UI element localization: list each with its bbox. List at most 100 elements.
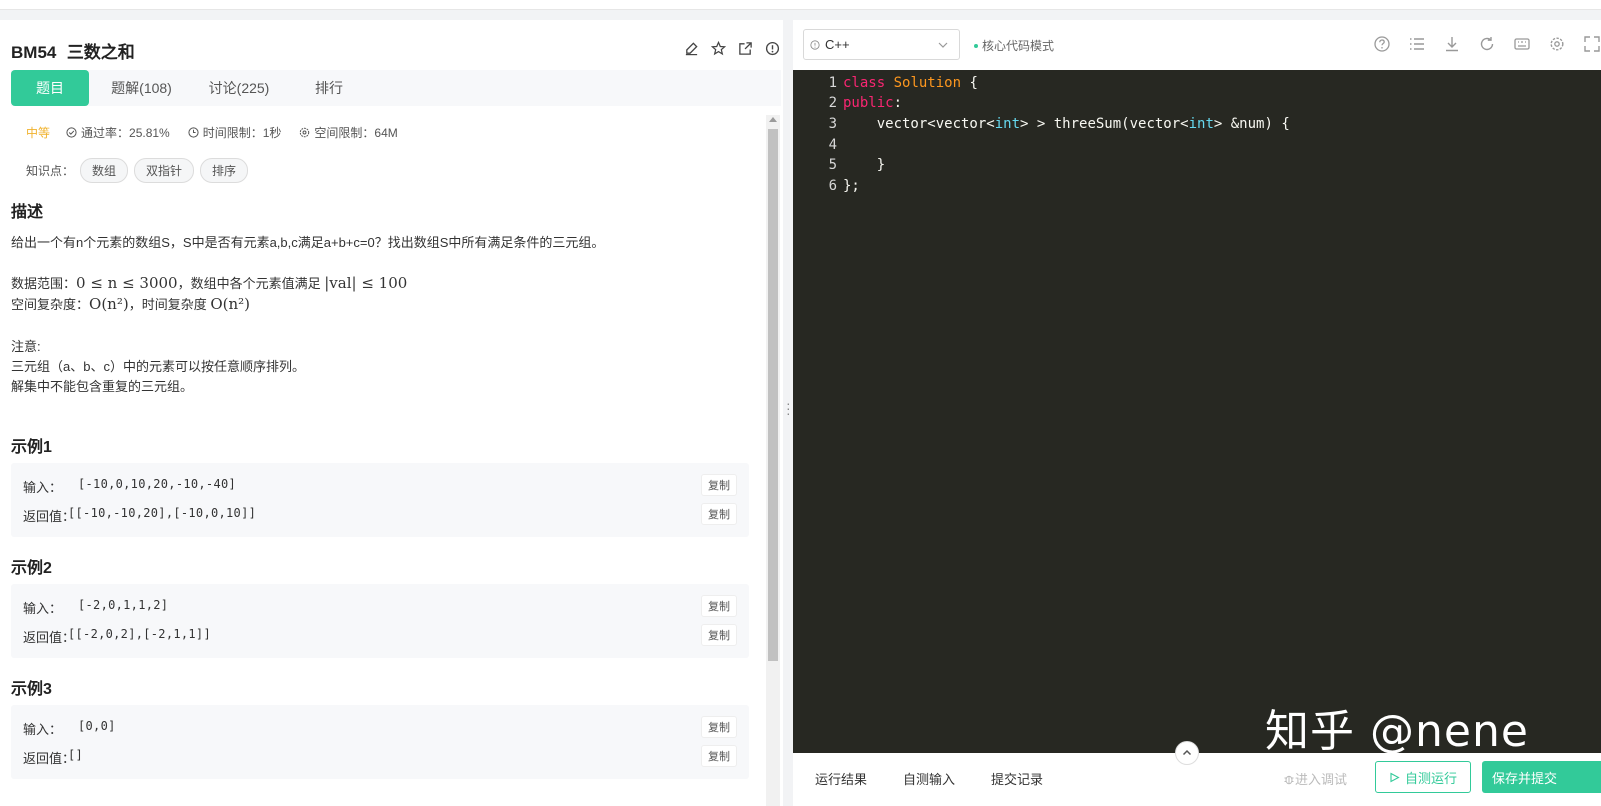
code-mode-label: 核心代码模式 (982, 39, 1055, 53)
self-test-button[interactable]: 自测运行 (1375, 761, 1471, 793)
refresh-icon[interactable] (1478, 35, 1496, 58)
data-range: 数据范围：0 ≤ n ≤ 3000，数组中各个元素值满足 |val| ≤ 100 (11, 273, 756, 294)
tab-submission-history[interactable]: 提交记录 (991, 769, 1043, 788)
problem-panel: BM54 三数之和 题目 题解(108) 讨论(225) 排行 中等 通过率：2… (0, 20, 800, 806)
line-number: 5 (828, 157, 837, 173)
example-1: 输入： [-10,0,10,20,-10,-40] 复制 返回值： [[-10,-1… (11, 463, 749, 537)
tab-ranking[interactable]: 排行 (284, 70, 374, 106)
share-icon[interactable] (737, 40, 754, 57)
problem-description: 描述 给出一个有n个元素的数组S，S中是否有元素a,b,c满足a+b+c=0？找… (11, 203, 756, 397)
example-3-input[interactable]: [0,0] (78, 719, 116, 738)
code-mode[interactable]: 核心代码模式 (974, 37, 1054, 54)
space-limit-text: 空间限制：64M (314, 126, 398, 140)
copy-output-button[interactable]: 复制 (701, 745, 737, 767)
info-icon[interactable] (764, 40, 781, 57)
drag-handle-icon[interactable]: · · · (786, 396, 791, 420)
code-editor[interactable]: 1 class Solution { 2 public: 3 vector<vect… (793, 70, 1601, 753)
pass-rate: 通过率：25.81% (66, 124, 170, 141)
download-icon[interactable] (1443, 35, 1461, 58)
tab-custom-input[interactable]: 自测输入 (903, 769, 955, 788)
example-1-title: 示例1 (11, 439, 52, 456)
copy-input-button[interactable]: 复制 (701, 595, 737, 617)
code-text: }; (843, 178, 860, 194)
example-1-output[interactable]: [[-10,-10,20],[-10,0,10]] (68, 506, 256, 525)
tab-run-result[interactable]: 运行结果 (815, 769, 867, 788)
list-icon[interactable] (1408, 35, 1426, 58)
type-keyword: int (994, 116, 1021, 132)
tag-sort[interactable]: 排序 (200, 158, 249, 183)
scroll-up-arrow-icon[interactable] (769, 117, 777, 122)
copy-input-button[interactable]: 复制 (701, 716, 737, 738)
problem-tabs: 题目 题解(108) 讨论(225) 排行 (11, 70, 781, 106)
language-select[interactable]: C++ (803, 29, 960, 60)
play-icon (1390, 772, 1400, 782)
example-3-output[interactable]: [] (68, 748, 83, 767)
debug-label: 进入调试 (1295, 772, 1348, 787)
line-number: 1 (828, 75, 837, 91)
editor-toolbar: C++ 核心代码模式 (793, 20, 1601, 70)
tab-discussion[interactable]: 讨论(225) (194, 70, 284, 106)
code-text: } (843, 157, 886, 173)
input-label: 输入： (23, 480, 63, 495)
time-limit-text: 时间限制：1秒 (202, 126, 282, 140)
note-heading: 注意: (11, 339, 41, 354)
copy-input-button[interactable]: 复制 (701, 474, 737, 496)
edit-icon[interactable] (683, 40, 700, 57)
copy-output-button[interactable]: 复制 (701, 503, 737, 525)
code-line: 2 public: (793, 93, 902, 113)
tag-two-pointers[interactable]: 双指针 (134, 158, 195, 183)
code-line: 5 } (793, 155, 886, 175)
example-3-title: 示例3 (11, 681, 52, 698)
complexity-label: 空间复杂度： (11, 297, 90, 312)
line-number: 2 (828, 95, 837, 111)
problem-meta: 中等 通过率：25.81% 时间限制：1秒 空间限制：64M (26, 124, 416, 141)
scrollbar[interactable] (766, 115, 780, 806)
language-value: C++ (825, 37, 850, 52)
keyboard-icon[interactable] (1513, 35, 1531, 58)
settings-icon[interactable] (1548, 35, 1566, 58)
title-row: BM54 三数之和 (11, 38, 781, 62)
description-text: 给出一个有n个元素的数组S，S中是否有元素a,b,c满足a+b+c=0？找出数组… (11, 235, 605, 250)
code-text: vector<vector< (843, 116, 995, 132)
chevron-up-icon[interactable] (1175, 741, 1199, 765)
keyword: class (843, 75, 886, 91)
help-icon[interactable] (1373, 35, 1391, 58)
tag-array[interactable]: 数组 (80, 158, 129, 183)
tab-solutions[interactable]: 题解(108) (89, 70, 194, 106)
code-panel: C++ 核心代码模式 1 class Solution { 2 public: 3 … (793, 20, 1601, 806)
watermark: 知乎 @nene (1265, 706, 1529, 757)
code-line: 4 (793, 135, 843, 155)
example-2-input[interactable]: [-2,0,1,1,2] (78, 598, 168, 617)
chevron-down-icon (938, 42, 948, 48)
code-line: 1 class Solution { (793, 73, 978, 93)
fullscreen-icon[interactable] (1583, 35, 1601, 58)
note-line-2: 解集中不能包含重复的三元组。 (11, 379, 194, 394)
check-circle-icon (66, 127, 77, 138)
range-mid: ，数组中各个元素值满足 (177, 276, 325, 291)
example-2-output[interactable]: [[-2,0,2],[-2,1,1]] (68, 627, 211, 646)
editor-tools (1373, 35, 1601, 58)
copy-output-button[interactable]: 复制 (701, 624, 737, 646)
line-number: 6 (828, 178, 837, 194)
gear-icon (300, 127, 310, 138)
description-heading: 描述 (11, 204, 44, 221)
pass-rate-text: 通过率：25.81% (81, 126, 170, 140)
example-1-input[interactable]: [-10,0,10,20,-10,-40] (78, 477, 236, 496)
debug-button[interactable]: 进入调试 (1283, 769, 1347, 788)
time-complexity: O(n²) (210, 295, 251, 313)
tab-problem[interactable]: 题目 (11, 70, 89, 106)
scrollbar-thumb[interactable] (768, 129, 778, 661)
example-2: 输入： [-2,0,1,1,2] 复制 返回值： [[-2,0,2],[-2,1,1… (11, 584, 749, 658)
complexity: 空间复杂度：O(n²)，时间复杂度 O(n²) (11, 294, 756, 315)
clock-icon (188, 127, 199, 138)
range-label: 数据范围： (11, 276, 77, 291)
time-limit: 时间限制：1秒 (188, 124, 282, 141)
input-label: 输入： (23, 601, 63, 616)
star-icon[interactable] (710, 40, 727, 57)
code-line: 6}; (793, 176, 860, 196)
type-keyword: int (1188, 116, 1214, 132)
code-text: > &num) { (1213, 116, 1290, 132)
submit-button[interactable]: 保存并提交 (1482, 761, 1601, 793)
line-number: 3 (828, 116, 837, 132)
range-math-n: 0 ≤ n ≤ 3000 (76, 274, 178, 292)
